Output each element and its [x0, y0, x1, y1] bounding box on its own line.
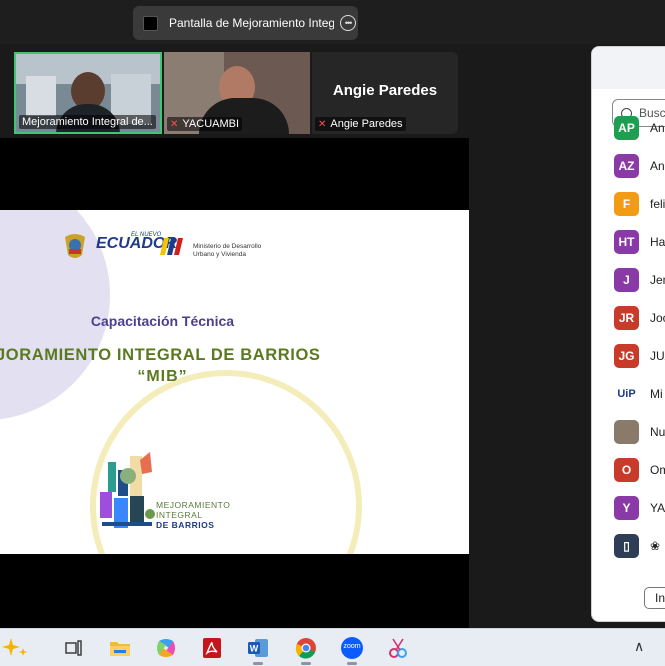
- mib-logo-text: MEJORAMIENTO INTEGRAL DE BARRIOS: [156, 500, 230, 530]
- flag-stripes-icon: [160, 238, 183, 255]
- participant-row[interactable]: HT Ha: [614, 229, 665, 255]
- copilot-app-icon[interactable]: [152, 634, 180, 662]
- participant-row[interactable]: AP An: [614, 115, 665, 141]
- ministry-line: Urbano y Vivienda: [193, 251, 246, 258]
- ministry-name: Ministerio de Desarrollo Urbano y Vivien…: [193, 243, 261, 259]
- logo-line: DE BARRIOS: [156, 520, 215, 530]
- shared-screen: EL NUEVO ECUADOR Ministerio de Desarroll…: [0, 138, 469, 628]
- participant-name: Om: [650, 463, 665, 477]
- video-tile-2[interactable]: ✕ YACUAMBI: [164, 52, 310, 134]
- mic-muted-icon: ✕: [170, 118, 179, 130]
- slide-subtitle: Capacitación Técnica: [90, 313, 235, 329]
- participant-label: ✕ Angie Paredes: [315, 117, 406, 131]
- participant-name: Angie Paredes: [330, 118, 403, 130]
- participant-avatar: [614, 420, 639, 444]
- participant-row[interactable]: ▯ ❀: [614, 533, 660, 559]
- participant-avatar: Y: [614, 496, 639, 520]
- participant-row[interactable]: JG JUA: [614, 343, 665, 369]
- participant-name: JUA: [650, 349, 665, 363]
- participant-row[interactable]: Y YAC: [614, 495, 665, 521]
- video-tile-3[interactable]: Angie Paredes ✕ Angie Paredes: [312, 52, 458, 134]
- mic-muted-icon: ✕: [318, 118, 327, 130]
- invite-button[interactable]: Inv: [644, 587, 665, 609]
- slide-title: JORAMIENTO INTEGRAL DE BARRIOS: [0, 346, 321, 364]
- video-tile-1[interactable]: Mejoramiento Integral de...: [14, 52, 162, 134]
- share-title: Pantalla de Mejoramiento Integral: [169, 16, 334, 30]
- participant-avatar: JG: [614, 344, 639, 368]
- more-options-icon[interactable]: •••: [340, 15, 356, 31]
- participants-panel: AP An AZ An Ffeli HT Ha J Jen JR Joc JG JUA UiP Mi Nu OO…: [591, 46, 665, 622]
- copilot-sparkle-icon[interactable]: [2, 634, 30, 662]
- participant-name: YAC: [650, 501, 665, 515]
- participant-name: Mi: [650, 387, 663, 401]
- participant-avatar: J: [614, 268, 639, 292]
- participant-name: Mejoramiento Integral de...: [22, 116, 153, 128]
- participant-row[interactable]: J Jen: [614, 267, 665, 293]
- share-toolbar: Pantalla de Mejoramiento Integral •••: [0, 0, 665, 44]
- participant-name: Joc: [650, 311, 665, 325]
- coat-of-arms-icon: [65, 234, 85, 258]
- participant-avatar: JR: [614, 306, 639, 330]
- participant-avatar: HT: [614, 230, 639, 254]
- logo-line: MEJORAMIENTO: [156, 500, 231, 510]
- participant-row[interactable]: Ffeli: [614, 191, 665, 217]
- participant-row[interactable]: O Om: [614, 457, 665, 483]
- participant-name: An: [650, 159, 665, 173]
- participant-avatar: O: [614, 458, 639, 482]
- ministry-line: Ministerio de Desarrollo: [193, 243, 262, 250]
- participant-name: Nu: [650, 425, 665, 439]
- presentation-slide: EL NUEVO ECUADOR Ministerio de Desarroll…: [0, 210, 469, 554]
- task-view-icon[interactable]: [60, 634, 88, 662]
- snipping-tool-icon[interactable]: [384, 634, 412, 662]
- participant-avatar: UiP: [614, 382, 639, 406]
- participant-name: feli: [650, 197, 665, 211]
- participant-avatar: AZ: [614, 154, 639, 178]
- participant-name: Jen: [650, 273, 665, 287]
- participant-row[interactable]: UiP Mi: [614, 381, 663, 407]
- participant-name: An: [650, 121, 665, 135]
- participant-row[interactable]: JR Joc: [614, 305, 665, 331]
- word-icon[interactable]: W: [244, 634, 272, 665]
- participant-big-name: Angie Paredes: [332, 82, 438, 99]
- participant-name: Ha: [650, 235, 665, 249]
- participant-label: ✕ YACUAMBI: [167, 117, 243, 131]
- screen-share-indicator[interactable]: Pantalla de Mejoramiento Integral •••: [133, 6, 358, 40]
- participant-name: YACUAMBI: [182, 118, 240, 130]
- mib-logo-icon: [100, 452, 155, 528]
- participant-name: ❀: [650, 539, 661, 553]
- chrome-icon[interactable]: [292, 634, 320, 665]
- windows-taskbar: W zoom ∧: [0, 628, 665, 666]
- logo-line: INTEGRAL: [156, 510, 203, 520]
- pdf-reader-icon[interactable]: [198, 634, 226, 662]
- slide-acronym: “MIB”: [137, 368, 188, 385]
- file-explorer-icon[interactable]: [106, 634, 134, 662]
- participant-row[interactable]: Nu: [614, 419, 665, 445]
- stop-share-icon[interactable]: [143, 15, 158, 31]
- svg-text:W: W: [250, 644, 259, 654]
- participant-avatar: ▯: [614, 534, 639, 558]
- participant-row[interactable]: AZ An: [614, 153, 665, 179]
- chevron-up-icon[interactable]: ∧: [634, 638, 644, 655]
- participant-avatar: F: [614, 192, 639, 216]
- panel-header: [592, 47, 665, 89]
- zoom-app-icon[interactable]: zoom: [338, 634, 366, 665]
- participant-label: Mejoramiento Integral de...: [19, 115, 156, 129]
- zoom-label: zoom: [343, 643, 361, 650]
- participant-avatar: AP: [614, 116, 639, 140]
